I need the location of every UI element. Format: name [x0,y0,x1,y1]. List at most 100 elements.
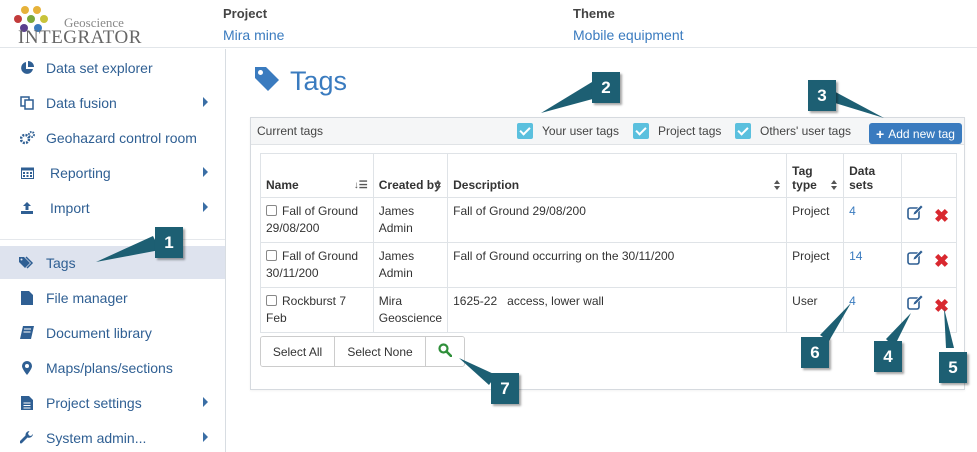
cell-data-sets: 14 [843,242,902,288]
row-checkbox[interactable] [266,205,277,216]
sidebar-item-file-manager[interactable]: File manager [0,281,225,314]
cell-actions: ✖ [900,287,958,333]
data-sets-link[interactable]: 4 [849,294,856,308]
col-header-tag-type-label: Tag type [792,164,817,192]
col-header-description[interactable]: Description [447,153,788,198]
cell-data-sets: 4 [843,197,902,243]
pie-chart-icon [19,60,35,75]
created-by-line1: Mira [378,294,403,308]
cell-name: Fall of Ground 30/11/200 [260,242,374,288]
chevron-right-icon [203,97,208,107]
cell-name: Rockburst 7 Feb [260,287,374,333]
sort-icon[interactable] [435,180,442,190]
sidebar-item-label: File manager [46,289,128,306]
created-by-line2: Admin [378,221,413,235]
your-user-tags-checkbox[interactable] [517,123,533,139]
table-row: Rockburst 7 Feb Mira Geoscience 1625-22 a… [260,287,958,333]
add-new-tag-label: Add new tag [888,126,955,141]
delete-icon[interactable]: ✖ [934,207,949,225]
cell-created-by: Mira Geoscience [372,287,449,333]
callout-5: 5 [939,352,967,383]
edit-icon[interactable] [907,294,924,316]
edit-icon[interactable] [907,204,924,226]
panel-header: Current tags Your user tags Project tags… [251,118,964,145]
others-user-tags-label: Others' user tags [760,124,851,138]
row-checkbox[interactable] [266,295,277,306]
col-header-data-sets[interactable]: Data sets [843,153,902,198]
cell-created-by: James Admin [372,242,449,288]
callout-1: 1 [155,227,183,258]
tag-name-line2: 30/11/200 [266,266,319,280]
sidebar-item-label: Reporting [50,164,111,181]
col-header-tag-type[interactable]: Tag type [786,153,845,198]
wrench-icon [19,430,35,445]
cell-name: Fall of Ground 29/08/200 [260,197,374,243]
sidebar-item-data-fusion[interactable]: Data fusion [0,86,225,119]
delete-icon[interactable]: ✖ [934,252,949,270]
selection-button-group: Select All Select None [260,336,465,367]
table-row: Fall of Ground 30/11/200 James Admin Fall … [260,242,958,288]
sidebar-item-maps-plans-sections[interactable]: Maps/plans/sections [0,351,225,384]
callout-2: 2 [592,72,620,103]
select-none-button[interactable]: Select None [335,337,426,366]
file-text-icon [19,395,35,410]
calendar-icon [19,166,35,179]
project-value[interactable]: Mira mine [223,27,284,43]
tags-table: Name ↓☰ Created by Description Tag type [260,153,958,333]
tag-name-line2: 29/08/200 [266,221,320,235]
search-button[interactable] [426,337,464,366]
sidebar-item-label: Data set explorer [46,59,153,76]
table-header-row: Name ↓☰ Created by Description Tag type [260,153,958,198]
col-header-name[interactable]: Name ↓☰ [260,153,374,198]
sidebar-item-document-library[interactable]: Document library [0,316,225,349]
callout-pointer-3 [828,88,884,118]
data-sets-link[interactable]: 4 [849,204,856,218]
sidebar-item-project-settings[interactable]: Project settings [0,386,225,419]
select-all-button[interactable]: Select All [261,337,335,366]
search-icon [438,343,453,360]
table-row: Fall of Ground 29/08/200 James Admin Fall … [260,197,958,243]
project-selector: Project Mira mine [223,6,284,43]
tags-icon [19,256,35,269]
sidebar-item-reporting[interactable]: Reporting [0,156,225,189]
created-by-line2: Admin [378,266,413,280]
upload-icon [19,201,35,215]
geoscience-integrator-logo[interactable]: Geoscience INTEGRATOR [12,5,142,48]
sidebar-item-geohazard-control-room[interactable]: Geohazard control room [0,121,225,154]
data-sets-link[interactable]: 14 [849,249,862,263]
delete-icon[interactable]: ✖ [934,297,949,315]
map-marker-icon [19,360,35,375]
row-checkbox[interactable] [266,250,277,261]
copy-icon [19,95,35,110]
sidebar-item-system-admin[interactable]: System admin... [0,421,225,452]
others-user-tags-checkbox[interactable] [735,123,751,139]
col-header-actions [900,153,958,198]
sidebar-item-label: Document library [46,324,152,341]
project-tags-checkbox[interactable] [633,123,649,139]
sidebar-item-data-set-explorer[interactable]: Data set explorer [0,51,225,84]
sort-icon[interactable] [774,180,781,190]
theme-value[interactable]: Mobile equipment [573,27,684,43]
cell-data-sets: 4 [843,287,902,333]
page-title: Tags [254,66,347,97]
sort-alpha-icon[interactable]: ↓☰ [354,180,368,191]
file-icon [19,290,35,305]
tag-name-line1: Rockburst 7 Feb [266,294,347,325]
plus-icon: + [876,125,885,142]
col-header-created-by-label: Created by [378,178,441,192]
sort-icon[interactable] [831,180,838,190]
add-new-tag-button[interactable]: + Add new tag [869,123,962,144]
sidebar-item-tags[interactable]: Tags [0,246,225,279]
callout-7: 7 [491,373,519,404]
col-header-created-by[interactable]: Created by [372,153,449,198]
sidebar-item-import[interactable]: Import [0,191,225,224]
project-label: Project [223,6,268,21]
cell-actions: ✖ [900,242,958,288]
edit-icon[interactable] [907,249,924,271]
cell-description: 1625-22 access, lower wall [447,287,788,333]
created-by-line2: Geoscience [378,311,443,325]
tags-panel: Current tags Your user tags Project tags… [250,117,965,390]
gears-icon [19,130,35,145]
cell-created-by: James Admin [372,197,449,243]
sidebar-item-label: Data fusion [46,94,117,111]
